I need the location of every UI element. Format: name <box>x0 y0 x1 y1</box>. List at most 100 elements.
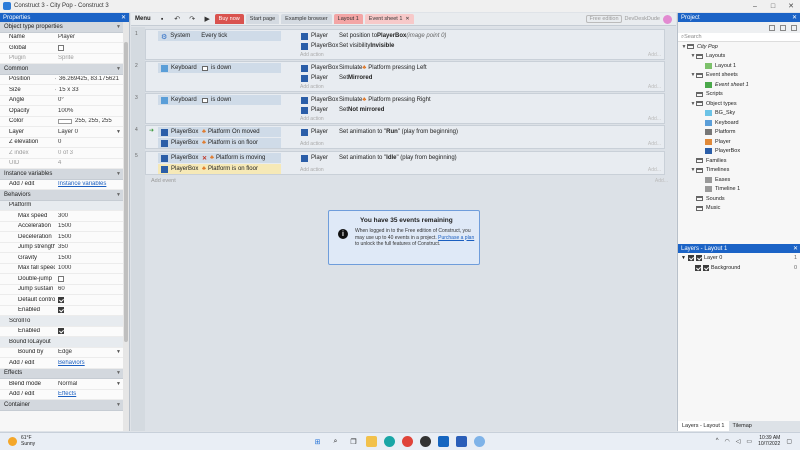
undo-icon[interactable]: ↶ <box>173 15 182 24</box>
checkbox[interactable] <box>58 44 64 51</box>
tree-item-city-pop[interactable]: ▼ City Pop <box>678 42 800 52</box>
tree-item-keyboard[interactable]: Keyboard <box>678 118 800 128</box>
lock-checkbox[interactable] <box>703 265 709 271</box>
property-value[interactable]: ▶36.269425, 83.175621 <box>55 76 124 82</box>
visible-checkbox[interactable] <box>687 255 694 261</box>
property-value[interactable]: 60 <box>55 286 124 292</box>
collapse-icon[interactable]: ▼ <box>116 192 121 198</box>
property-value[interactable]: Layer 0 ▼ <box>55 129 124 135</box>
windows-start-icon[interactable]: ⊞ <box>312 436 323 447</box>
property-value[interactable] <box>55 328 124 335</box>
tree-item-event-sheet-1[interactable]: Event sheet 1 <box>678 80 800 90</box>
condition-row[interactable]: PlayerBox ✕ ♣ Platform is moving <box>158 153 281 163</box>
tree-item-music[interactable]: Music <box>678 204 800 214</box>
property-value[interactable]: 255, 255, 255 <box>55 118 124 124</box>
add-right-link[interactable]: Add... <box>648 141 661 147</box>
property-value[interactable]: 1500 <box>55 255 124 261</box>
wifi-icon[interactable]: ◠ <box>725 438 730 445</box>
chrome-icon[interactable] <box>402 436 413 447</box>
clock[interactable]: 10:39 AM 10/7/2022 <box>758 435 780 447</box>
edit-link[interactable]: Instance variables <box>58 181 106 187</box>
checkbox[interactable] <box>58 275 64 282</box>
add-event-right[interactable]: Add... <box>655 178 668 184</box>
tree-item-bg-sky[interactable]: BG_Sky <box>678 109 800 119</box>
action-row[interactable]: Player Set Not mirrored <box>298 105 384 115</box>
purchase-plan-link[interactable]: Purchase a plan <box>438 235 474 241</box>
property-value[interactable]: ▶15 x 33 <box>55 87 124 93</box>
tree-item-eases[interactable]: Eases <box>678 175 800 185</box>
event-block[interactable]: 1 ⚙ System Every tick Player Set position to … <box>135 29 665 60</box>
section-header[interactable]: Common ▼ <box>0 64 124 75</box>
panel-close-icon[interactable]: ✕ <box>121 14 126 21</box>
panel-close-icon[interactable]: ✕ <box>792 14 797 21</box>
collapse-icon[interactable]: ▼ <box>116 66 121 72</box>
property-value[interactable] <box>55 307 124 314</box>
collapse-icon[interactable] <box>780 24 786 31</box>
property-value[interactable]: 1500 <box>55 234 124 240</box>
add-action-link[interactable]: Add action <box>300 116 324 122</box>
event-block[interactable]: 3 Keyboard is down PlayerBox Simulate ♣ Platf… <box>135 93 665 124</box>
tree-item-platform[interactable]: Platform <box>678 128 800 138</box>
property-value[interactable] <box>55 296 124 303</box>
outlook-icon[interactable] <box>438 436 449 447</box>
condition-row[interactable]: Keyboard is down <box>158 63 281 73</box>
visible-checkbox[interactable] <box>695 265 701 271</box>
menu-button[interactable]: Menu <box>131 16 155 22</box>
action-row[interactable]: PlayerBox Set visibility Invisible <box>298 41 394 51</box>
section-header[interactable]: Container ▼ <box>0 400 124 411</box>
condition-row[interactable]: ⚙ System Every tick <box>158 31 281 41</box>
section-header[interactable]: Behaviors ▼ <box>0 190 124 201</box>
search-icon[interactable]: ⌕ <box>330 436 341 447</box>
avatar[interactable] <box>663 14 672 24</box>
tree-item-timelines[interactable]: ▼ Timelines <box>678 166 800 176</box>
add-action-link[interactable]: Add action <box>300 167 324 173</box>
tree-item-timeline-1[interactable]: Timeline 1 <box>678 185 800 195</box>
behavior-header[interactable]: Platform <box>0 200 124 211</box>
property-value[interactable]: Instance variables <box>55 181 124 187</box>
properties-scrollbar[interactable] <box>123 22 129 431</box>
checkbox[interactable] <box>58 307 64 314</box>
battery-icon[interactable]: ▭ <box>746 438 752 445</box>
chevron-down-icon[interactable]: ▼ <box>116 129 121 135</box>
section-header[interactable]: Instance variables ▼ <box>0 169 124 180</box>
new-folder-icon[interactable] <box>769 24 775 31</box>
tree-item-object-types[interactable]: ▼ Object types <box>678 99 800 109</box>
tree-item-layouts[interactable]: ▼ Layouts <box>678 52 800 62</box>
notification-icon[interactable]: ▢ <box>786 438 792 445</box>
add-event-link[interactable]: Add event <box>151 178 176 184</box>
close-icon[interactable]: ✕ <box>782 2 800 10</box>
action-row[interactable]: Player Set position to PlayerBox (image p… <box>298 31 446 41</box>
tab-layers[interactable]: Layers - Layout 1 <box>678 421 729 431</box>
chevron-down-icon[interactable]: ▼ <box>116 381 121 387</box>
options-icon[interactable] <box>791 24 797 31</box>
redo-icon[interactable]: ↷ <box>188 15 197 24</box>
condition-row[interactable]: Keyboard is down <box>158 95 281 105</box>
maximize-icon[interactable]: □ <box>764 3 782 10</box>
panel-close-icon[interactable]: ✕ <box>793 245 798 252</box>
edit-link[interactable]: Effects <box>58 391 76 397</box>
minimize-icon[interactable]: – <box>746 3 764 10</box>
add-right-link[interactable]: Add... <box>648 52 661 58</box>
checkbox[interactable] <box>58 328 64 335</box>
layer-row[interactable]: ▼ Layer 0 1 <box>678 253 800 263</box>
add-action-link[interactable]: Add action <box>300 141 324 147</box>
action-row[interactable]: Player Set animation to " Run " (play from … <box>298 127 458 137</box>
condition-row[interactable]: PlayerBox ♣ Platform is on floor <box>158 138 281 148</box>
tree-item-layout-1[interactable]: Layout 1 <box>678 61 800 71</box>
word-icon[interactable] <box>456 436 467 447</box>
behavior-header[interactable]: ScrollTo <box>0 316 124 327</box>
behavior-header[interactable]: BoundToLayout <box>0 337 124 348</box>
property-value[interactable]: 100% <box>55 108 124 114</box>
user-name[interactable]: DevDeskDude <box>625 16 660 22</box>
tree-item-sounds[interactable]: Sounds <box>678 194 800 204</box>
tree-item-scripts[interactable]: Scripts <box>678 90 800 100</box>
chevron-up-icon[interactable]: ^ <box>716 438 719 444</box>
property-value[interactable]: 300 <box>55 213 124 219</box>
color-swatch[interactable] <box>58 118 72 124</box>
add-right-link[interactable]: Add... <box>648 167 661 173</box>
property-value[interactable] <box>55 275 124 282</box>
dell-icon[interactable] <box>420 436 431 447</box>
checkbox[interactable] <box>58 296 64 303</box>
expand-icon[interactable]: ▶ <box>55 87 56 93</box>
collapse-icon[interactable]: ▼ <box>116 402 121 408</box>
